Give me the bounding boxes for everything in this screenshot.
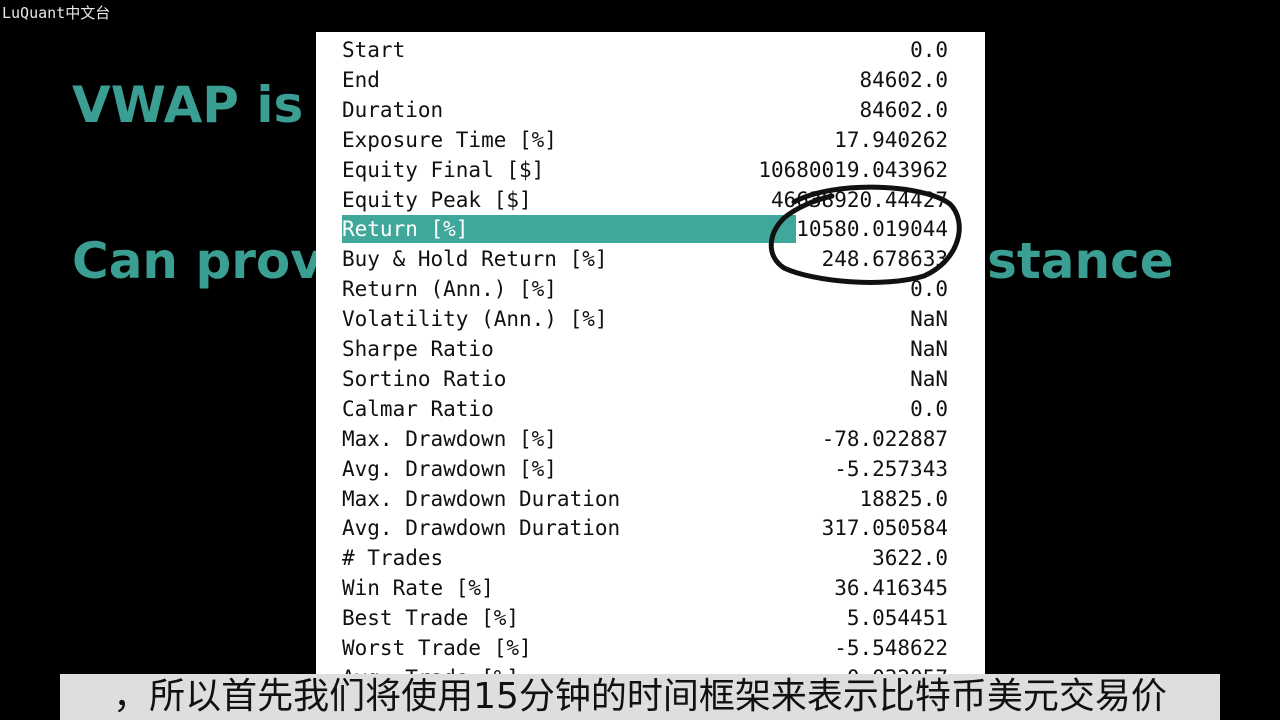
stat-row: Duration 84602.0	[342, 96, 948, 124]
stat-label: Max. Drawdown Duration	[342, 486, 621, 511]
stat-label: Best Trade [%]	[342, 606, 520, 631]
stat-label: Calmar Ratio	[342, 396, 494, 421]
stat-value: 10680019.043962	[758, 157, 948, 182]
stat-value: 36.416345	[834, 576, 948, 601]
stat-value: 5.054451	[846, 606, 948, 631]
stat-value: 0.0	[910, 38, 948, 62]
stat-value: 46638920.44427	[770, 187, 948, 212]
stat-row: Max. Drawdown [%] -78.022887	[342, 425, 948, 453]
stat-value: NaN	[910, 337, 948, 361]
stat-row: Volatility (Ann.) [%] NaN	[342, 305, 948, 333]
stat-label: Worst Trade [%]	[342, 636, 532, 660]
stat-row: Equity Peak [$] 46638920.44427	[342, 186, 948, 214]
stat-value: 0.0	[910, 277, 948, 302]
stat-value: 10580.019044	[796, 215, 948, 244]
stat-row: Best Trade [%] 5.054451	[342, 604, 948, 632]
stat-row: Sortino Ratio NaN	[342, 365, 948, 393]
stat-value: -5.548622	[834, 636, 948, 660]
stat-value: 248.678633	[821, 247, 948, 272]
channel-watermark: LuQuant中文台	[2, 4, 111, 22]
stat-row: Calmar Ratio 0.0	[342, 395, 948, 423]
stat-value: -78.022887	[821, 426, 948, 451]
stat-label: Max. Drawdown [%]	[342, 426, 557, 451]
stat-label: Avg. Drawdown [%]	[342, 456, 557, 481]
stat-row: Buy & Hold Return [%] 248.678633	[342, 245, 948, 273]
stat-value: 17.940262	[834, 127, 948, 152]
stat-label: Equity Peak [$]	[342, 187, 532, 212]
slide-title-line-1: VWAP is t	[72, 76, 345, 134]
stat-label: Buy & Hold Return [%]	[342, 247, 608, 272]
stat-row: # Trades 3622.0	[342, 544, 948, 572]
stat-label: Sharpe Ratio	[342, 337, 494, 361]
stat-label: # Trades	[342, 546, 444, 571]
subtitle-bar: ，所以首先我们将使用15分钟的时间框架来表示比特币美元交易价	[60, 674, 1220, 720]
stat-value: 84602.0	[859, 67, 948, 92]
stat-value: -5.257343	[834, 456, 948, 481]
stat-label: Sortino Ratio	[342, 366, 507, 391]
stat-value: 317.050584	[821, 516, 948, 541]
stat-label: Return (Ann.) [%]	[342, 277, 557, 302]
stat-row: Start 0.0	[342, 36, 948, 64]
stat-value: 3622.0	[872, 546, 948, 571]
stat-label: Equity Final [$]	[342, 157, 545, 182]
stat-row: End 84602.0	[342, 66, 948, 94]
stat-row: Max. Drawdown Duration 18825.0	[342, 485, 948, 513]
stat-row: Sharpe Ratio NaN	[342, 335, 948, 363]
stat-label: Win Rate [%]	[342, 576, 494, 601]
stat-row: Win Rate [%] 36.416345	[342, 574, 948, 602]
stat-row: Exposure Time [%] 17.940262	[342, 126, 948, 154]
stat-row: Equity Final [$] 10680019.043962	[342, 156, 948, 184]
stat-label: Duration	[342, 97, 444, 122]
stat-label: Start	[342, 38, 406, 62]
stat-row: Return [%] 10580.019044	[342, 215, 948, 244]
slide-title-line-2-tail: istance	[970, 232, 1174, 290]
stat-value: 18825.0	[859, 486, 948, 511]
subtitle-text: ，所以首先我们将使用15分钟的时间框架来表示比特币美元交易价	[113, 676, 1167, 717]
stat-row: Avg. Drawdown [%] -5.257343	[342, 455, 948, 483]
stat-value: 0.0	[910, 396, 948, 421]
stat-label: Avg. Drawdown Duration	[342, 516, 621, 541]
stat-label: Exposure Time [%]	[342, 127, 557, 152]
backtest-stats-panel: Start 0.0 End 84602.0 Duration 84602.0 Exposur…	[316, 32, 985, 682]
stat-value: NaN	[910, 366, 948, 391]
stat-label: Return [%]	[342, 217, 469, 242]
stat-value: NaN	[910, 307, 948, 332]
stat-label: End	[342, 67, 380, 92]
stat-value: 84602.0	[859, 97, 948, 122]
stat-row: Avg. Drawdown Duration 317.050584	[342, 514, 948, 542]
slide-title-line-2: Can provi	[72, 232, 340, 290]
stat-label: Volatility (Ann.) [%]	[342, 307, 608, 332]
stat-row: Worst Trade [%] -5.548622	[342, 634, 948, 662]
stat-row: Return (Ann.) [%] 0.0	[342, 275, 948, 303]
